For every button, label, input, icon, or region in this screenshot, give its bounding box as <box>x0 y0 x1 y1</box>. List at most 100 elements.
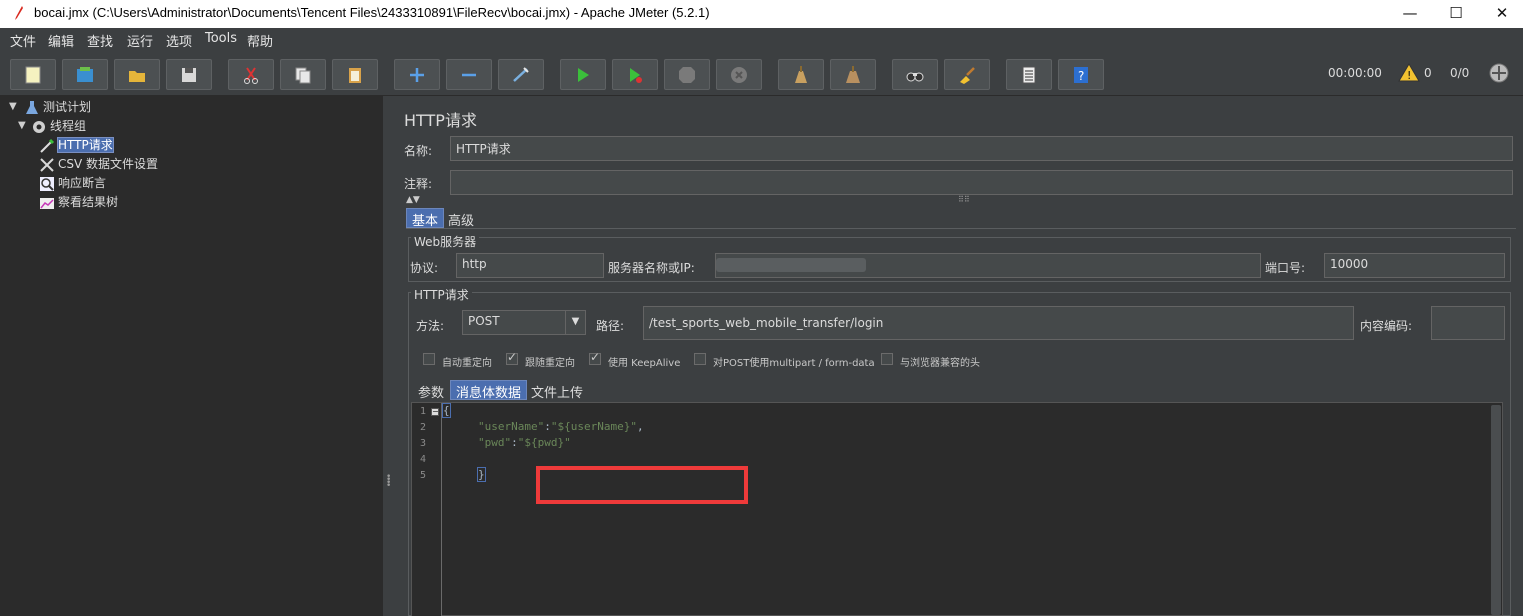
menu-tools[interactable]: Tools <box>205 31 237 46</box>
path-label: 路径: <box>596 319 625 333</box>
scissors-icon <box>244 67 258 84</box>
method-label: 方法: <box>416 319 445 333</box>
clear-all-button[interactable] <box>830 59 876 90</box>
multipart-checkbox[interactable] <box>694 353 706 365</box>
panel-title: HTTP请求 <box>404 111 477 130</box>
tab-parameters[interactable]: 参数 <box>413 381 449 401</box>
start-button[interactable] <box>560 59 606 90</box>
menu-file[interactable]: 文件 <box>10 31 36 50</box>
cut-button[interactable] <box>228 59 274 90</box>
content-encoding-input[interactable] <box>1431 306 1505 340</box>
remote-status-icon[interactable] <box>1488 62 1510 88</box>
resize-grip-icon[interactable]: ⠿⠿ <box>958 195 970 204</box>
close-button[interactable]: ✕ <box>1479 2 1523 26</box>
tree-node-response-assertion[interactable]: 响应断言 <box>39 174 106 192</box>
minimize-button[interactable]: — <box>1387 2 1433 26</box>
body-data-editor[interactable]: 1 2 3 4 5 − { "userName":"${userName}", … <box>411 402 1503 616</box>
json-value: "${pwd}" <box>517 436 571 449</box>
save-button[interactable] <box>166 59 212 90</box>
tree-node-label: 察看结果树 <box>58 195 119 209</box>
split-pane-divider[interactable]: • • • • <box>383 96 393 616</box>
json-value: "${userName}" <box>550 420 637 433</box>
menu-edit[interactable]: 编辑 <box>48 31 74 50</box>
tree-node-csv-data-set[interactable]: CSV 数据文件设置 <box>39 155 158 173</box>
menu-run[interactable]: 运行 <box>127 31 153 50</box>
reset-search-button[interactable] <box>944 59 990 90</box>
new-button[interactable] <box>10 59 56 90</box>
elapsed-time: 00:00:00 <box>1328 66 1382 80</box>
comment-input[interactable] <box>450 170 1513 195</box>
menu-help[interactable]: 帮助 <box>247 31 273 50</box>
title-bar: bocai.jmx (C:\Users\Administrator\Docume… <box>0 0 1523 28</box>
name-label: 名称: <box>404 144 433 158</box>
maximize-button[interactable]: ☐ <box>1433 2 1479 26</box>
tree-node-view-results-tree[interactable]: 察看结果树 <box>39 193 118 211</box>
fold-toggle-icon[interactable]: − <box>431 408 439 416</box>
copy-button[interactable] <box>280 59 326 90</box>
server-name-input[interactable] <box>715 253 1261 278</box>
tab-files-upload[interactable]: 文件上传 <box>526 381 588 401</box>
tab-body-data[interactable]: 消息体数据 <box>450 380 528 401</box>
collapse-toggle-icon[interactable]: ▲▼ <box>406 195 420 205</box>
tree-node-thread-group[interactable]: 线程组 <box>31 117 86 135</box>
tab-divider <box>406 228 1516 229</box>
binoculars-icon <box>906 72 924 82</box>
path-input[interactable]: /test_sports_web_mobile_transfer/login <box>643 306 1354 340</box>
clear-button[interactable] <box>778 59 824 90</box>
editor-scrollbar[interactable] <box>1491 405 1501 615</box>
follow-redirects-label: 跟随重定向 <box>525 358 575 369</box>
collapse-arrow-icon[interactable]: ▼ <box>9 101 17 112</box>
json-comma: , <box>636 420 644 433</box>
menu-search[interactable]: 查找 <box>87 31 113 50</box>
multipart-label: 对POST使用multipart / form-data <box>713 358 875 369</box>
red-highlight-box <box>536 466 748 504</box>
chevron-down-icon: ▼ <box>565 311 585 334</box>
stop-button[interactable] <box>664 59 710 90</box>
code-open-brace: { <box>442 403 451 418</box>
collapse-arrow-icon[interactable]: ▼ <box>18 120 26 131</box>
start-no-pause-button[interactable] <box>612 59 658 90</box>
save-icon <box>182 68 196 82</box>
tree-node-test-plan[interactable]: 测试计划 <box>24 98 91 116</box>
web-server-title: Web服务器 <box>411 233 480 250</box>
tab-basic[interactable]: 基本 <box>406 208 445 229</box>
toggle-button[interactable] <box>498 59 544 90</box>
tab-advanced[interactable]: 高级 <box>443 209 479 229</box>
open-button[interactable] <box>114 59 160 90</box>
svg-text:?: ? <box>1078 69 1084 83</box>
json-key: "userName" <box>478 420 545 433</box>
name-input[interactable]: HTTP请求 <box>450 136 1513 161</box>
protocol-input[interactable]: http <box>456 253 604 278</box>
templates-button[interactable] <box>62 59 108 90</box>
list-icon <box>1022 66 1036 84</box>
tree-node-label: 测试计划 <box>43 100 92 114</box>
line-number: 2 <box>420 422 427 433</box>
clear-all-broom-icon <box>846 66 860 83</box>
keepalive-checkbox[interactable] <box>589 350 601 365</box>
port-input[interactable]: 10000 <box>1324 253 1505 278</box>
expand-all-button[interactable] <box>394 59 440 90</box>
shutdown-button[interactable] <box>716 59 762 90</box>
browser-headers-checkbox[interactable] <box>881 353 893 365</box>
follow-redirects-checkbox[interactable] <box>506 350 518 365</box>
server-name-label: 服务器名称或IP: <box>608 261 695 275</box>
tree-node-http-request[interactable]: HTTP请求 <box>39 136 114 154</box>
magnifier-icon <box>40 176 54 191</box>
keepalive-label: 使用 KeepAlive <box>608 358 681 369</box>
content-encoding-label: 内容编码: <box>1360 319 1413 333</box>
menu-options[interactable]: 选项 <box>166 31 192 50</box>
auto-redirect-checkbox[interactable] <box>423 353 435 365</box>
collapse-all-button[interactable] <box>446 59 492 90</box>
shutdown-icon <box>731 67 747 83</box>
paste-button[interactable] <box>332 59 378 90</box>
templates-icon <box>77 67 93 82</box>
http-request-title: HTTP请求 <box>411 286 472 303</box>
minus-icon <box>462 73 476 77</box>
wand-icon <box>513 67 529 82</box>
line-number: 1 <box>420 406 427 417</box>
function-helper-button[interactable] <box>1006 59 1052 90</box>
help-button[interactable]: ? <box>1058 59 1104 90</box>
method-select[interactable]: POST ▼ <box>462 310 586 335</box>
search-button[interactable] <box>892 59 938 90</box>
warning-icon[interactable]: ! <box>1398 62 1420 86</box>
